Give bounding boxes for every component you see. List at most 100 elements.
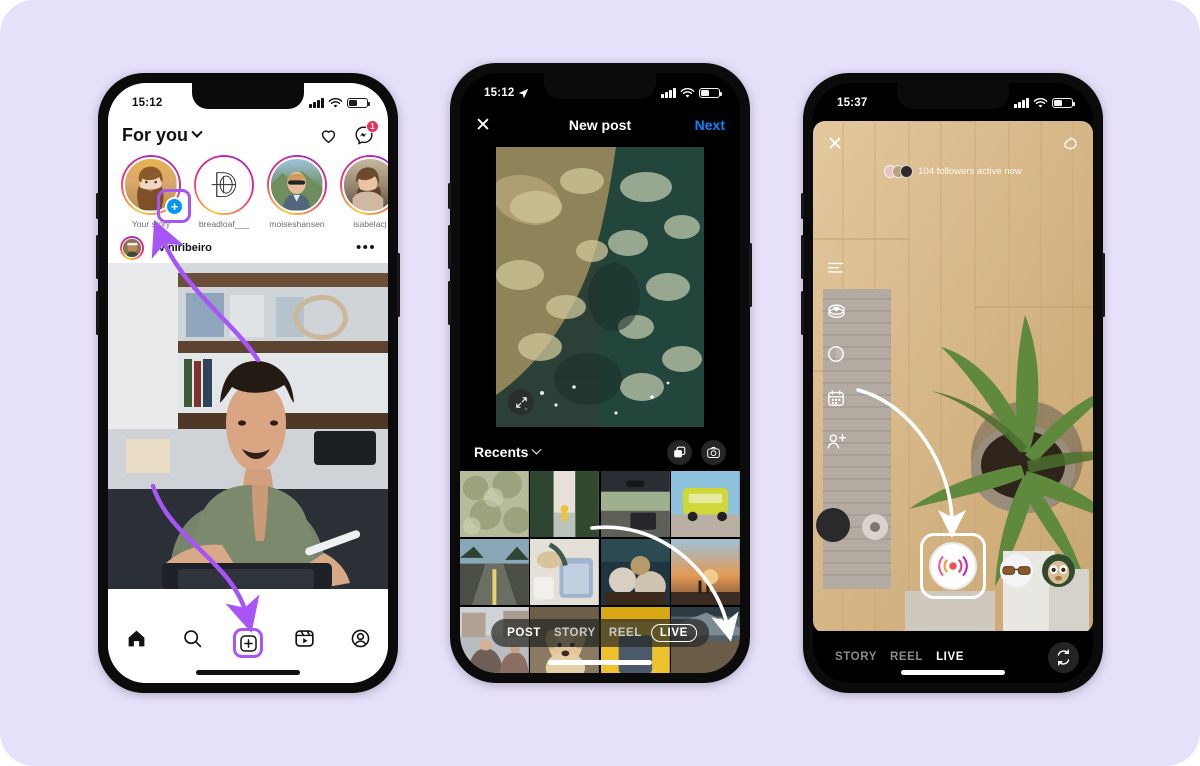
notification-badge: 1	[366, 120, 379, 133]
mode-reel[interactable]: REEL	[609, 627, 642, 639]
notch	[897, 83, 1009, 109]
avatar-image	[344, 159, 388, 211]
ellipsis-icon[interactable]: •••	[356, 240, 376, 255]
live-bottom-bar: STORY REEL LIVE	[813, 631, 1093, 683]
battery-icon	[699, 87, 722, 99]
grid-item[interactable]	[460, 471, 529, 538]
filter-thumbnail[interactable]	[1000, 554, 1033, 587]
next-button[interactable]: Next	[695, 117, 725, 133]
highlight-box-create	[233, 628, 263, 658]
feed-header: For you 1	[108, 117, 388, 153]
mode-post[interactable]: POST	[507, 627, 541, 639]
sidebar-item-search[interactable]	[164, 628, 220, 649]
notch	[544, 73, 656, 99]
mode-selector[interactable]: STORY REEL LIVE	[827, 651, 964, 663]
sidebar-item-home[interactable]	[108, 628, 164, 649]
grid-item[interactable]	[530, 538, 600, 606]
phone-2-screen: 15:12 ✕ New post Next Recents POST STORY…	[460, 73, 740, 673]
active-now-text: 104 followers active now	[918, 166, 1022, 177]
camera-flip-icon	[1057, 648, 1070, 666]
wifi-icon	[680, 87, 695, 98]
live-waves-icon	[938, 556, 968, 576]
sidebar-item-reels[interactable]	[276, 628, 332, 649]
story-label: breadloaf___	[198, 219, 250, 229]
sidebar-item-profile[interactable]	[332, 628, 388, 649]
status-time: 15:37	[837, 97, 868, 109]
avatar	[900, 165, 914, 178]
notch	[192, 83, 304, 109]
mode-live[interactable]: LIVE	[936, 651, 964, 663]
status-time: 15:12	[484, 87, 515, 99]
mode-live[interactable]: LIVE	[650, 624, 697, 642]
status-time: 15:12	[132, 97, 163, 109]
story-ring	[194, 155, 254, 215]
battery-icon	[347, 97, 370, 109]
settings-button[interactable]	[1062, 136, 1079, 153]
camera-flip-button[interactable]	[1048, 641, 1079, 673]
active-followers-banner: 104 followers active now	[813, 165, 1093, 178]
photo-preview[interactable]	[460, 147, 740, 427]
grid-item[interactable]	[671, 538, 740, 606]
highlight-box-go-live	[920, 533, 986, 599]
cellular-icon	[309, 98, 324, 108]
screenshot-canvas: 15:12 For you 1 + Your story breadloaf__…	[0, 0, 1200, 766]
story-item-your-story[interactable]: + Your story	[119, 155, 191, 231]
mode-story[interactable]: STORY	[835, 651, 877, 663]
post-image[interactable]	[108, 263, 388, 589]
go-live-button[interactable]	[929, 542, 977, 590]
preview-photo	[496, 147, 704, 427]
sidebar-item-create[interactable]	[220, 628, 276, 658]
gallery-toolbar: Recents	[460, 435, 740, 469]
grid-item[interactable]	[530, 471, 600, 538]
live-tools-sidebar[interactable]	[827, 261, 847, 450]
messenger-button[interactable]: 1	[354, 120, 379, 145]
album-selector[interactable]: Recents	[474, 444, 542, 460]
filter-carousel[interactable]	[1000, 554, 1075, 587]
mode-selector[interactable]: POST STORY REEL LIVE	[491, 619, 709, 647]
for-you-selector[interactable]: For you	[122, 124, 203, 146]
avatar-image	[271, 159, 323, 211]
close-icon[interactable]: ✕	[475, 116, 491, 135]
expand-icon[interactable]	[508, 389, 534, 415]
filter-thumbnail[interactable]	[1042, 554, 1075, 587]
heart-icon[interactable]	[319, 126, 338, 145]
camera-viewfinder[interactable]: ✕ 104 followers active now	[813, 121, 1093, 633]
avatar	[342, 157, 388, 213]
title-icon[interactable]	[827, 261, 844, 276]
phone-3-screen: 15:37 ✕ 104 followers active now STORY R…	[813, 83, 1093, 683]
create-icon	[239, 634, 257, 652]
phone-1-feed: 15:12 For you 1 + Your story breadloaf__…	[96, 73, 400, 693]
add-people-icon[interactable]	[827, 433, 847, 450]
highlight-box-your-story	[157, 189, 191, 223]
chevron-down-icon	[191, 126, 203, 138]
active-avatars	[884, 165, 914, 178]
close-icon[interactable]: ✕	[827, 135, 843, 154]
post-username[interactable]: oviniribeiro	[152, 242, 212, 254]
story-ring	[340, 155, 388, 215]
multi-select-button[interactable]	[667, 439, 692, 465]
home-indicator	[196, 670, 300, 675]
avatar	[196, 157, 252, 213]
calendar-icon[interactable]	[827, 389, 845, 407]
brightness-icon[interactable]	[827, 345, 845, 363]
mode-reel[interactable]: REEL	[890, 651, 923, 663]
story-item-isabelacj[interactable]: isabelacj	[338, 155, 388, 231]
phone-3-live: 15:37 ✕ 104 followers active now STORY R…	[801, 73, 1105, 693]
mode-story[interactable]: STORY	[554, 627, 596, 639]
page-title: For you	[122, 124, 188, 145]
grid-item[interactable]	[671, 471, 740, 538]
sticker-icon[interactable]	[827, 302, 846, 319]
reels-icon	[294, 630, 314, 647]
glasses-filter-icon	[1000, 554, 1033, 587]
story-item-moiseshansen[interactable]: moiseshansen	[265, 155, 329, 231]
grid-item[interactable]	[600, 538, 670, 606]
go-live-container	[920, 533, 986, 599]
stories-tray[interactable]: + Your story breadloaf___ moiseshansen i…	[108, 155, 388, 231]
grid-item[interactable]	[600, 471, 670, 538]
camera-button[interactable]	[701, 439, 726, 465]
post-avatar[interactable]	[120, 236, 144, 260]
story-item-breadloaf[interactable]: breadloaf___	[192, 155, 256, 231]
grid-item[interactable]	[460, 538, 529, 606]
avatar-image	[122, 238, 142, 258]
home-indicator	[548, 660, 652, 665]
